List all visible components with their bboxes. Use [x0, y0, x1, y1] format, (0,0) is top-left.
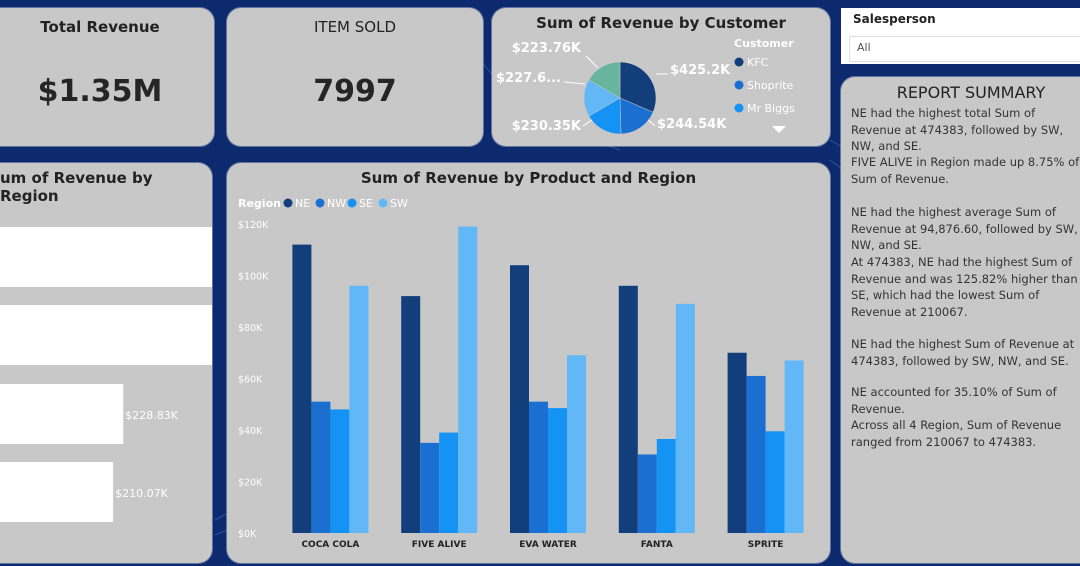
- product-region-bar[interactable]: [510, 265, 529, 533]
- pie-legend-item[interactable]: KFC: [747, 56, 769, 69]
- product-region-bar[interactable]: [349, 285, 369, 533]
- summary-paragraph: FIVE ALIVE in Region made up 8.75% of Su…: [851, 155, 1080, 186]
- pie-data-label: $230.35K: [512, 119, 582, 134]
- item-sold-card: ITEM SOLD 7997: [227, 8, 483, 146]
- product-region-bar[interactable]: [529, 401, 548, 533]
- y-tick-label: $20K: [238, 478, 263, 489]
- salesperson-slicer: Salesperson All: [841, 8, 1080, 64]
- salesperson-dropdown[interactable]: All: [849, 36, 1080, 62]
- pie-legend-marker: [734, 57, 744, 67]
- total-revenue-title: Total Revenue: [40, 18, 160, 36]
- region-legend-marker: [315, 198, 325, 208]
- summary-paragraph: NE had the highest total Sum of Revenue …: [851, 106, 1064, 153]
- region-bar-label: $210.07K: [115, 487, 168, 500]
- product-region-bar[interactable]: [637, 454, 657, 533]
- region-legend-marker: [378, 198, 388, 208]
- region-bar[interactable]: [0, 384, 124, 444]
- product-region-bar[interactable]: [656, 439, 676, 533]
- product-region-bar[interactable]: [567, 355, 586, 533]
- product-region-bar[interactable]: [675, 303, 695, 533]
- legend-scroll-down-icon[interactable]: [772, 126, 786, 133]
- product-region-bar[interactable]: [401, 296, 421, 533]
- salesperson-label: Salesperson: [853, 12, 936, 26]
- summary-paragraph: NE had the highest average Sum of Revenu…: [851, 205, 1078, 252]
- y-tick-label: $100K: [238, 272, 269, 283]
- region-bar-label: $228.83K: [125, 409, 178, 422]
- total-revenue-card: Total Revenue $1.35M: [0, 8, 214, 146]
- pie-data-label: $425.2K: [670, 63, 731, 78]
- product-region-bar[interactable]: [784, 360, 804, 533]
- region-legend-marker: [283, 198, 293, 208]
- y-tick-label: $0K: [238, 529, 257, 540]
- item-sold-value: 7997: [313, 74, 397, 109]
- customer-pie-chart: $425.2K $244.54K $230.35K $227.6... $223.76K…: [496, 37, 795, 135]
- salesperson-value: All: [857, 41, 871, 54]
- pie-legend-item[interactable]: Shoprite: [747, 79, 794, 92]
- item-sold-title: ITEM SOLD: [313, 18, 396, 36]
- pie-legend-marker: [734, 80, 744, 90]
- total-revenue-value: $1.35M: [37, 74, 163, 109]
- y-tick-label: $60K: [238, 375, 263, 386]
- region-legend-item[interactable]: SE: [359, 197, 373, 210]
- region-bar[interactable]: [0, 227, 212, 287]
- pie-data-label: $223.76K: [512, 41, 582, 56]
- x-tick-label: EVA WATER: [519, 540, 577, 550]
- region-legend-title: Region: [238, 197, 281, 210]
- region-bar[interactable]: [0, 462, 114, 522]
- region-bar-chart: 474.38K$438.22K$228.83K$210.07K: [0, 227, 212, 522]
- product-region-bar[interactable]: [311, 401, 331, 533]
- product-region-bar[interactable]: [439, 432, 459, 533]
- product-region-card: Sum of Revenue by Product and Region Reg…: [227, 163, 830, 563]
- product-region-bar[interactable]: [330, 409, 350, 533]
- pie-leader-line: [585, 55, 599, 69]
- product-region-chart: Region NE NW SE SW $0K $20K $40K $60K $80K $100K $1…: [238, 197, 804, 550]
- region-legend-item[interactable]: NE: [295, 197, 310, 210]
- summary-paragraph: At 474383, NE had the highest Sum of Rev…: [851, 255, 1078, 319]
- pie-data-label: $227.6...: [496, 71, 561, 86]
- pie-leader-line: [563, 81, 586, 85]
- pie-legend-marker: [734, 103, 744, 113]
- report-summary-title: REPORT SUMMARY: [896, 83, 1046, 102]
- summary-paragraph: Across all 4 Region, Sum of Revenue rang…: [851, 418, 1062, 449]
- summary-paragraph: NE had the highest Sum of Revenue at 474…: [851, 337, 1075, 368]
- region-legend-item[interactable]: SW: [390, 197, 408, 210]
- x-tick-label: FANTA: [641, 540, 673, 550]
- region-bar-card: um of Revenue by Region 474.38K$438.22K$…: [0, 163, 212, 563]
- region-bar[interactable]: [0, 305, 212, 365]
- y-tick-label: $120K: [238, 220, 269, 231]
- region-legend-marker: [347, 198, 357, 208]
- product-region-bar[interactable]: [765, 431, 785, 533]
- x-tick-label: FIVE ALIVE: [412, 540, 467, 550]
- pie-data-label: $244.54K: [657, 117, 727, 132]
- product-region-bar[interactable]: [548, 408, 567, 533]
- pie-leader-line: [647, 119, 656, 127]
- product-region-bar[interactable]: [618, 285, 638, 533]
- x-tick-label: SPRITE: [748, 540, 784, 550]
- product-region-bar[interactable]: [727, 352, 747, 533]
- product-region-bar[interactable]: [292, 244, 312, 533]
- product-region-bar[interactable]: [746, 375, 766, 533]
- region-legend-item[interactable]: NW: [327, 197, 346, 210]
- x-tick-label: COCA COLA: [301, 540, 359, 550]
- y-tick-label: $80K: [238, 323, 263, 334]
- customer-pie-card: Sum of Revenue by Customer $425.2K $244.5…: [492, 8, 830, 146]
- product-region-bar[interactable]: [420, 442, 440, 533]
- pie-leader-line: [582, 119, 593, 127]
- pie-legend-item[interactable]: Mr Biggs: [747, 102, 795, 115]
- y-tick-label: $40K: [238, 426, 263, 437]
- pie-legend-title: Customer: [734, 37, 794, 50]
- summary-paragraph: NE accounted for 35.10% of Sum of Revenu…: [851, 385, 1057, 416]
- report-summary-card: REPORT SUMMARY NE had the highest total …: [841, 77, 1080, 563]
- product-region-bar[interactable]: [458, 226, 478, 533]
